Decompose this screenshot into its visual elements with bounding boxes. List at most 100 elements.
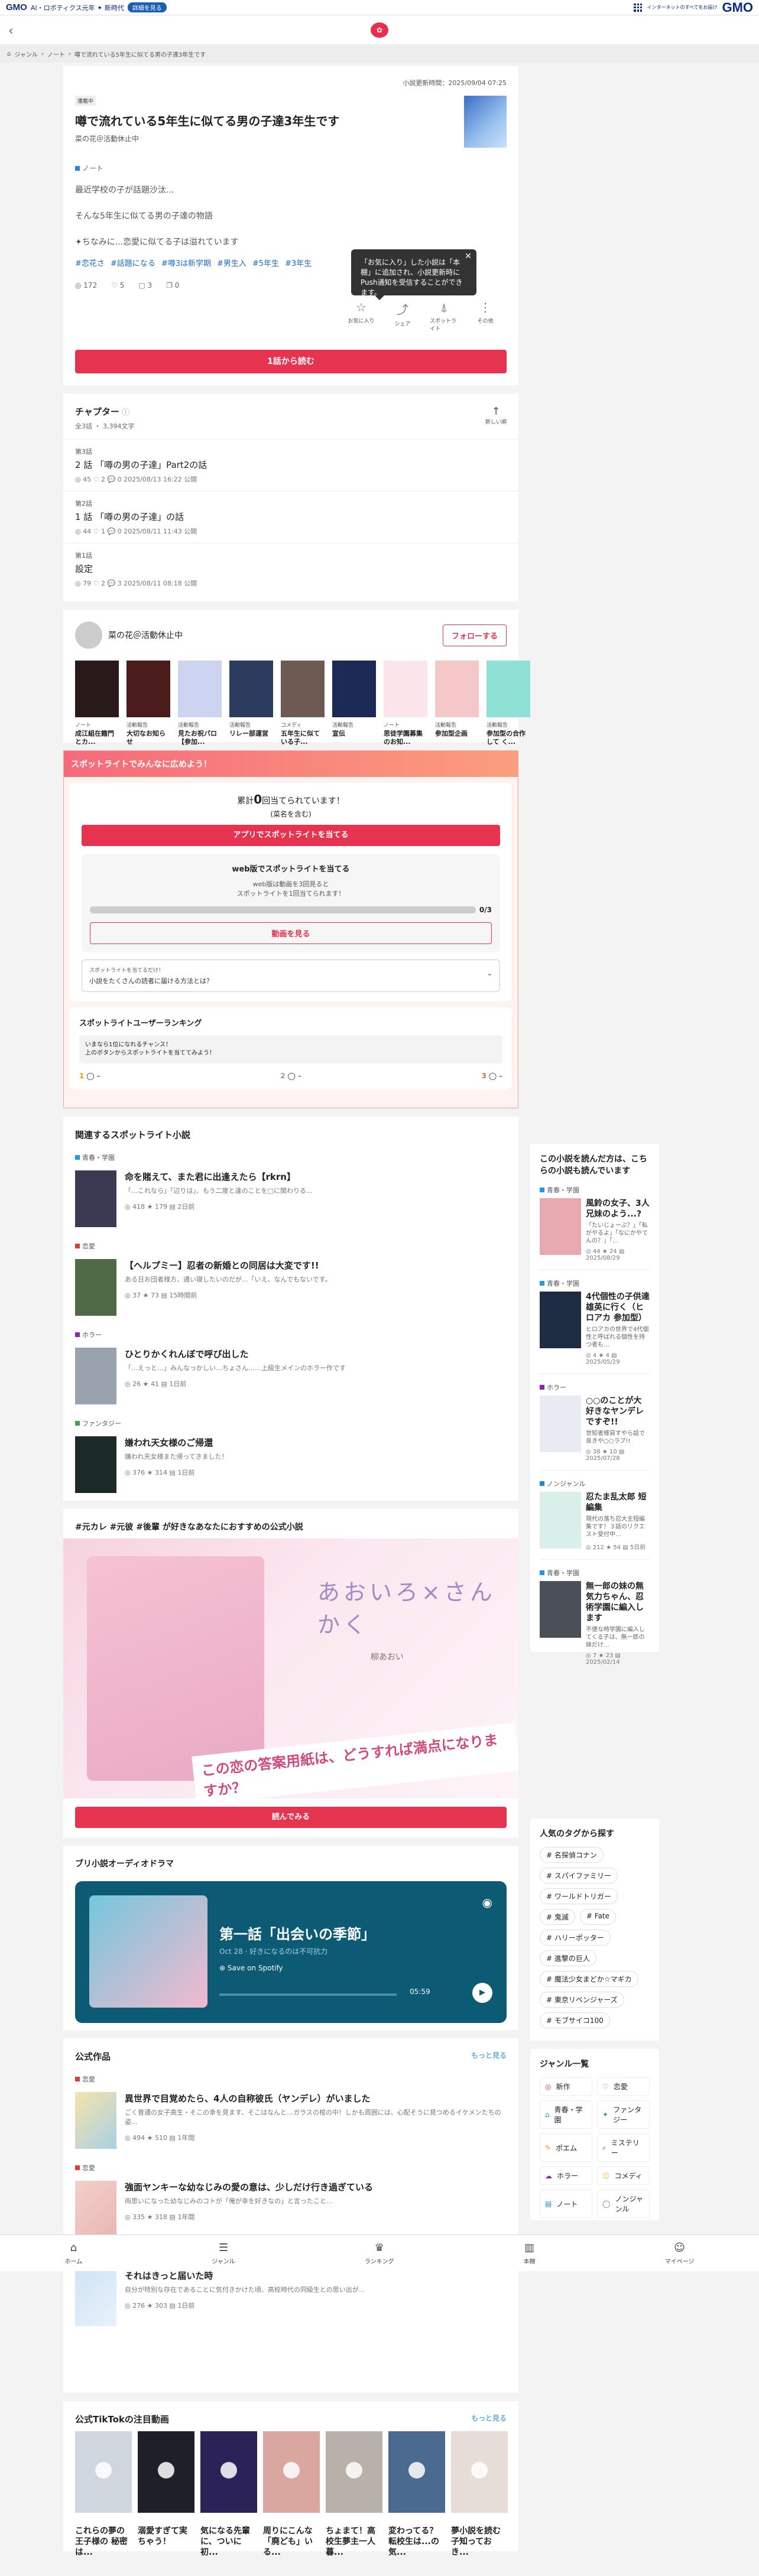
save-on-spotify-button[interactable]: ⊕ Save on Spotify xyxy=(219,1964,283,1972)
tag-chip[interactable]: # 名探偵コナン xyxy=(540,1847,604,1863)
genre-link[interactable]: ▤ ノート xyxy=(540,2190,592,2218)
genre-link[interactable]: ✦ ファンタジー xyxy=(597,2100,650,2129)
tiktok-video[interactable]: ちょまて！高校生夢主一人暮... xyxy=(326,2431,382,2558)
share-button[interactable]: ⤴ シェア xyxy=(388,300,417,332)
tag-chip[interactable]: # ワールドトリガー xyxy=(540,1888,618,1904)
genre-link[interactable]: ◎ 新作 xyxy=(540,2077,592,2096)
back-arrow-icon[interactable]: ‹ xyxy=(8,24,14,38)
play-icon xyxy=(95,2462,112,2479)
close-icon[interactable]: ✕ xyxy=(465,252,472,262)
genre-link[interactable]: ☁ ホラー xyxy=(540,2167,592,2185)
tag-link[interactable]: #話題になる xyxy=(111,257,155,268)
read-now-button[interactable]: 読んでみる xyxy=(75,1807,507,1828)
tiktok-video[interactable]: 溺愛すぎて実ちゃう！ xyxy=(138,2431,194,2558)
home-icon[interactable]: ⌂ xyxy=(7,51,11,57)
author-avatar[interactable] xyxy=(75,622,102,649)
sort-toggle[interactable]: ↑ 新しい順 xyxy=(485,405,507,431)
side-item[interactable]: ホラー ○○のことが大好きなヤンデレですぞ!! 世知者様貸すやら話で良きや○○ラブ!… xyxy=(540,1374,650,1470)
side-item[interactable]: ノンジャンル 忍たま乱太郎 短編集 現代の落ち忍大主短編集です！３話のリクエスト受付… xyxy=(540,1470,650,1559)
genre-link[interactable]: ⌂ 青春・学園 xyxy=(540,2100,592,2129)
play-icon[interactable]: ▶ xyxy=(472,1983,492,2003)
tag-link[interactable]: #5年生 xyxy=(252,257,279,268)
book-banner[interactable]: あおいろ×さんかく 柳あおい この恋の答案用紙は、どうすれば満点になりますか？ xyxy=(63,1539,518,1798)
tiktok-video[interactable]: これらの夢の王子様の 秘密は... xyxy=(75,2431,132,2558)
tag-link[interactable]: #噂3は新学期 xyxy=(161,257,211,268)
spotify-player[interactable]: 第一話「出会いの季節」 Oct 28 · 好きになるのは不可抗力 ⊕ Save … xyxy=(75,1881,507,2023)
tag-chip[interactable]: # 東京リベンジャーズ xyxy=(540,1992,624,2008)
chapter-heading: チャプター xyxy=(75,406,119,417)
author-work[interactable]: コメディ 五年生に似ている子... xyxy=(281,661,325,746)
site-logo-icon[interactable]: ✿ xyxy=(371,22,388,38)
app-spotlight-button[interactable]: アプリでスポットライトを当てる xyxy=(82,825,500,846)
related-item[interactable]: 【ヘルプミー】忍者の新婚との同居は大変です!! ある日お団者様方、通い寝したいのだ… xyxy=(63,1251,518,1324)
more-button[interactable]: ⋮ その他 xyxy=(471,300,499,332)
chapter-row[interactable]: 第2話 1 話 「噂の男の子達」の話 ◎ 44 ♡ 1 💬 0 2025/08/11… xyxy=(63,491,518,543)
genre-link[interactable]: ✎ ポエム xyxy=(540,2133,592,2162)
tag-link[interactable]: #3年生 xyxy=(285,257,312,268)
gmo-detail-button[interactable]: 詳細を見る xyxy=(127,2,167,12)
genre-link[interactable]: ♡ 恋愛 xyxy=(597,2077,650,2096)
chapter-row[interactable]: 第1話 設定 ◎ 79 ♡ 2 💬 3 2025/08/11 08:18 公開 xyxy=(63,543,518,595)
follow-button[interactable]: フォローする xyxy=(442,624,507,646)
watch-video-button[interactable]: 動画を見る xyxy=(90,922,492,944)
official-item[interactable]: それはきっと届いた時 自分が特別な存在であることに気付きかけた頃、高校時代の同級生… xyxy=(63,2261,518,2334)
side-item[interactable]: 青春・学園 無一郎の妹の無気力ちゃん、忍術学園に編入します 不便な時学園に編入してく… xyxy=(540,1559,650,1674)
status-badge: 連載中 xyxy=(75,96,96,106)
chapter-row[interactable]: 第3話 2 話 「噂の男の子達」Part2の話 ◎ 45 ♡ 2 💬 0 2025/… xyxy=(63,439,518,491)
star-icon: ☆ xyxy=(356,300,366,314)
tiktok-video[interactable]: 気になる先輩に、ついに初... xyxy=(200,2431,257,2558)
tag-chip[interactable]: # 魔法少女まどか☆マギカ xyxy=(540,1971,638,1987)
favorite-button[interactable]: ☆ お気に入り xyxy=(347,300,375,332)
genre-label: ノート xyxy=(75,163,507,173)
related-item[interactable]: 命を賭えて、また君に出逢えたら【rkrn】 「…これなら」「辺りは」、もう二度と逢… xyxy=(63,1162,518,1235)
author-work[interactable]: 活動報告 見たお祝パロ【参加... xyxy=(178,661,222,746)
nav-bookshelf[interactable]: ▥ 本棚 xyxy=(524,2242,536,2265)
related-item[interactable]: 嫌われ天女様のご帰還 嫌われ天女様また帰ってきました！ ◎ 376 ★ 314 ▤ … xyxy=(63,1428,518,1501)
side-item[interactable]: 青春・学園 4代個性の子供達 雄英に行く（ヒロアカ 参加型） ヒロアカの世界で4代個… xyxy=(540,1270,650,1374)
tiktok-video[interactable]: 夢小説を読む子知っておき... xyxy=(451,2431,508,2558)
tag-chip[interactable]: # スパイファミリー xyxy=(540,1868,618,1884)
read-first-button[interactable]: 1話から読む xyxy=(75,350,507,373)
author-work[interactable]: 活動報告 参加型の合作して く... xyxy=(486,661,530,746)
rank-slot: 3 ◯ – xyxy=(481,1072,502,1080)
genre-link[interactable]: ⌕ ミステリー xyxy=(597,2133,650,2162)
gmo-right-logo[interactable]: GMO xyxy=(722,0,753,15)
genre-link[interactable]: ☺ コメディ xyxy=(597,2167,650,2185)
author-work[interactable]: 活動報告 宣伝 xyxy=(332,661,376,746)
breadcrumb-item[interactable]: ノート xyxy=(47,50,65,58)
author-name[interactable]: 菜の花＠活動休止中 xyxy=(75,134,339,144)
nav-genre[interactable]: ☰ ジャンル xyxy=(212,2242,235,2265)
author-work[interactable]: ノート 成江組在籍門とカ... xyxy=(75,661,119,746)
author-name[interactable]: 菜の花＠活動休止中 xyxy=(108,629,183,641)
breadcrumb-item[interactable]: ジャンル xyxy=(14,50,38,58)
tag-chip[interactable]: # モブサイコ100 xyxy=(540,2012,610,2028)
tag-link[interactable]: #男生入 xyxy=(217,257,246,268)
author-work[interactable]: 活動報告 参加型企画 xyxy=(435,661,479,746)
tag-link[interactable]: #恋花さ xyxy=(75,257,105,268)
official-item[interactable]: 異世界で目覚めたら、4人の自称彼氏（ヤンデレ）がいました ごく普通の女子高生・そこ… xyxy=(63,2084,518,2157)
more-link[interactable]: もっと見る xyxy=(471,2413,507,2425)
nav-ranking[interactable]: ♛ ランキング xyxy=(365,2242,394,2265)
related-item[interactable]: ひとりかくれんぼで呼び出した 「…えっと…」みんなっかしい…ちょさん……上級生メイ… xyxy=(63,1339,518,1413)
author-work[interactable]: ノート 思徒学園募集のお知... xyxy=(384,661,427,746)
tag-chip[interactable]: # 鬼滅 xyxy=(540,1909,575,1925)
tiktok-video[interactable]: 変わってる？転校生は...の気... xyxy=(388,2431,445,2558)
nav-home[interactable]: ⌂ ホーム xyxy=(65,2242,83,2265)
app-grid-icon[interactable] xyxy=(634,3,643,12)
tag-chip[interactable]: # ハリーポッター xyxy=(540,1930,611,1946)
tag-chip[interactable]: # Fate xyxy=(579,1909,617,1925)
author-work[interactable]: 活動報告 大切なお知らせ xyxy=(126,661,170,746)
user-icon: ☺ xyxy=(674,2241,685,2254)
spotlight-faq[interactable]: スポットライトを当てるだけ！ 小説をたくさんの読者に届ける方法とは？ ⌄ xyxy=(82,960,500,992)
gmo-banner[interactable]: GMO AI・ロボティクス元年 ✦ 新時代 詳細を見る インターネットのすべてを… xyxy=(0,0,759,15)
nav-mypage[interactable]: ☺ マイページ xyxy=(665,2242,695,2265)
tag-chip[interactable]: # 進撃の巨人 xyxy=(540,1950,596,1966)
side-item[interactable]: 青春・学園 風鈴の女子、3人兄妹のよう...? 「たいじょーぶ？」「私がやるよ」「な… xyxy=(540,1177,650,1270)
spotlight-button[interactable]: ⍋ スポットライト xyxy=(430,300,458,332)
genre-link[interactable]: ◯ ノンジャンル xyxy=(597,2190,650,2218)
tiktok-video[interactable]: 周りにこんな「廃ども」いる... xyxy=(263,2431,320,2558)
comment-icon: ▢ xyxy=(138,281,148,290)
author-work[interactable]: 活動報告 リレー部運営 xyxy=(229,661,273,746)
more-link[interactable]: もっと見る xyxy=(471,2050,507,2063)
spotlight-count: 0 xyxy=(254,792,262,806)
